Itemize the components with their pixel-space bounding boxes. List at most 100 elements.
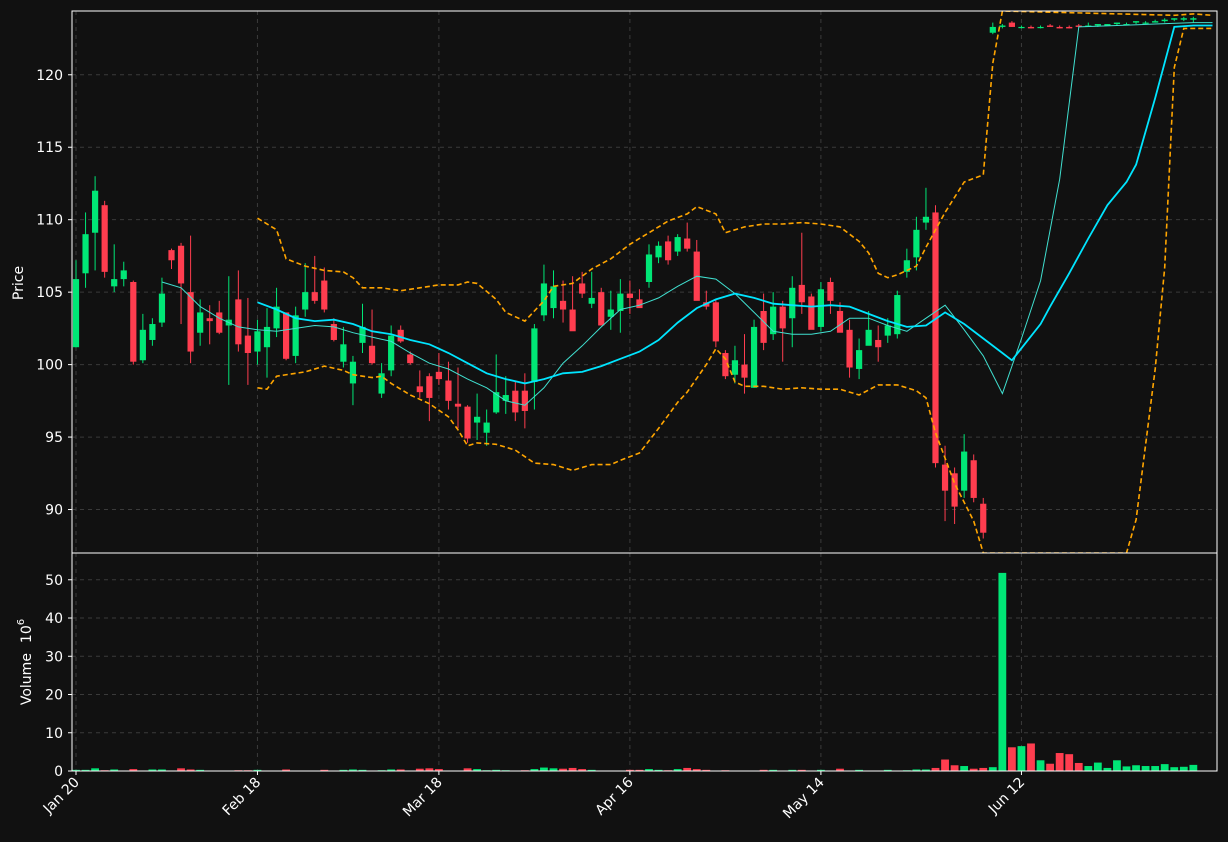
candle-body: [216, 312, 223, 333]
candle-body: [856, 350, 863, 369]
candle-body: [1132, 21, 1140, 23]
candle-body: [913, 229, 920, 258]
candle-body: [407, 354, 414, 364]
candle-body: [989, 26, 996, 33]
candle-body: [101, 205, 108, 272]
candle-body: [836, 310, 844, 333]
candle-body: [139, 329, 146, 361]
volume-scale-base: 10: [19, 625, 35, 643]
candle-body: [302, 292, 309, 310]
candle-body: [244, 335, 251, 354]
volume-tick-label: 30: [45, 649, 63, 665]
volume-bar: [1074, 762, 1083, 771]
volume-scale-exponent: 6: [16, 619, 27, 625]
candle-body: [1142, 22, 1149, 24]
volume-axis-title-group: Volume 106: [16, 619, 35, 705]
candle-body: [1113, 22, 1121, 25]
candle-body: [1037, 26, 1044, 29]
price-tick-label: 115: [36, 140, 63, 156]
candle-body: [321, 280, 328, 310]
candle-body: [1047, 25, 1054, 27]
candle-body: [731, 360, 739, 375]
candle-body: [158, 293, 166, 323]
candle-body: [655, 245, 662, 258]
candle-body: [674, 237, 681, 252]
candle-body: [235, 299, 242, 345]
candle-body: [197, 312, 204, 333]
candle-body: [531, 328, 538, 382]
candle-body: [254, 331, 261, 352]
volume-bar: [1027, 743, 1035, 771]
volume-tick-label: 20: [45, 688, 63, 704]
volume-bar: [1084, 766, 1093, 771]
volume-bar: [960, 766, 969, 771]
candle-body: [368, 345, 376, 364]
candle-body: [92, 190, 99, 233]
price-tick-label: 90: [45, 503, 63, 519]
candle-body: [980, 503, 987, 533]
price-tick-label: 110: [36, 213, 63, 229]
candle-body: [789, 287, 796, 319]
candle-body: [483, 422, 490, 433]
candle-body: [808, 296, 815, 330]
candle-body: [626, 293, 633, 298]
volume-bar: [1170, 767, 1179, 771]
volume-bar: [1179, 766, 1188, 771]
volume-bar: [1036, 760, 1045, 771]
candle-body: [445, 380, 452, 401]
candle-body: [130, 282, 137, 362]
candle-body: [617, 293, 624, 311]
volume-bar: [1065, 754, 1074, 771]
candle-body: [770, 306, 777, 335]
candle-body: [961, 451, 968, 491]
candle-body: [464, 406, 471, 439]
volume-bar: [941, 759, 949, 771]
volume-bar: [1113, 760, 1121, 771]
volume-bar: [1132, 765, 1140, 771]
candle-body: [970, 460, 977, 498]
volume-bar: [998, 572, 1007, 771]
candle-body: [741, 364, 748, 378]
candle-body: [1180, 18, 1187, 20]
candle-body: [598, 292, 605, 326]
candle-body: [1018, 26, 1025, 29]
candle-body: [340, 344, 347, 362]
candle-body: [1027, 26, 1035, 29]
candle-body: [1190, 18, 1197, 20]
candle-body: [760, 310, 767, 343]
figure-background: [0, 0, 1228, 842]
candle-body: [999, 25, 1006, 27]
volume-tick-label: 0: [54, 764, 63, 780]
volume-bar: [1017, 746, 1026, 771]
volume-axis-title: Volume: [19, 653, 35, 705]
candle-body: [292, 315, 299, 356]
candle-body: [1066, 26, 1073, 29]
volume-tick-label: 40: [45, 611, 63, 627]
candle-body: [1094, 24, 1101, 26]
candle-body: [512, 390, 519, 413]
candle-body: [435, 371, 442, 380]
price-tick-label: 100: [36, 358, 63, 374]
candle-body: [665, 241, 672, 261]
candle-body: [1152, 21, 1159, 23]
candle-body: [416, 386, 423, 393]
candle-body: [865, 329, 872, 346]
candle-body: [111, 279, 118, 287]
candle-body: [349, 361, 357, 384]
candle-body: [168, 250, 175, 261]
candle-body: [922, 216, 930, 223]
candle-body: [884, 325, 891, 336]
candle-body: [474, 416, 481, 423]
price-tick-label: 120: [36, 68, 63, 84]
candle-body: [579, 283, 586, 294]
svg-text:Volume106: Volume 106: [16, 619, 35, 705]
candle-body: [636, 299, 643, 309]
candle-body: [426, 376, 433, 398]
candle-body: [588, 297, 595, 304]
candle-body: [502, 395, 509, 401]
price-axis-title: Price: [11, 266, 27, 300]
candle-body: [454, 403, 462, 407]
volume-bar: [1008, 747, 1016, 771]
volume-bar: [1046, 763, 1054, 771]
candle-body: [798, 284, 805, 303]
